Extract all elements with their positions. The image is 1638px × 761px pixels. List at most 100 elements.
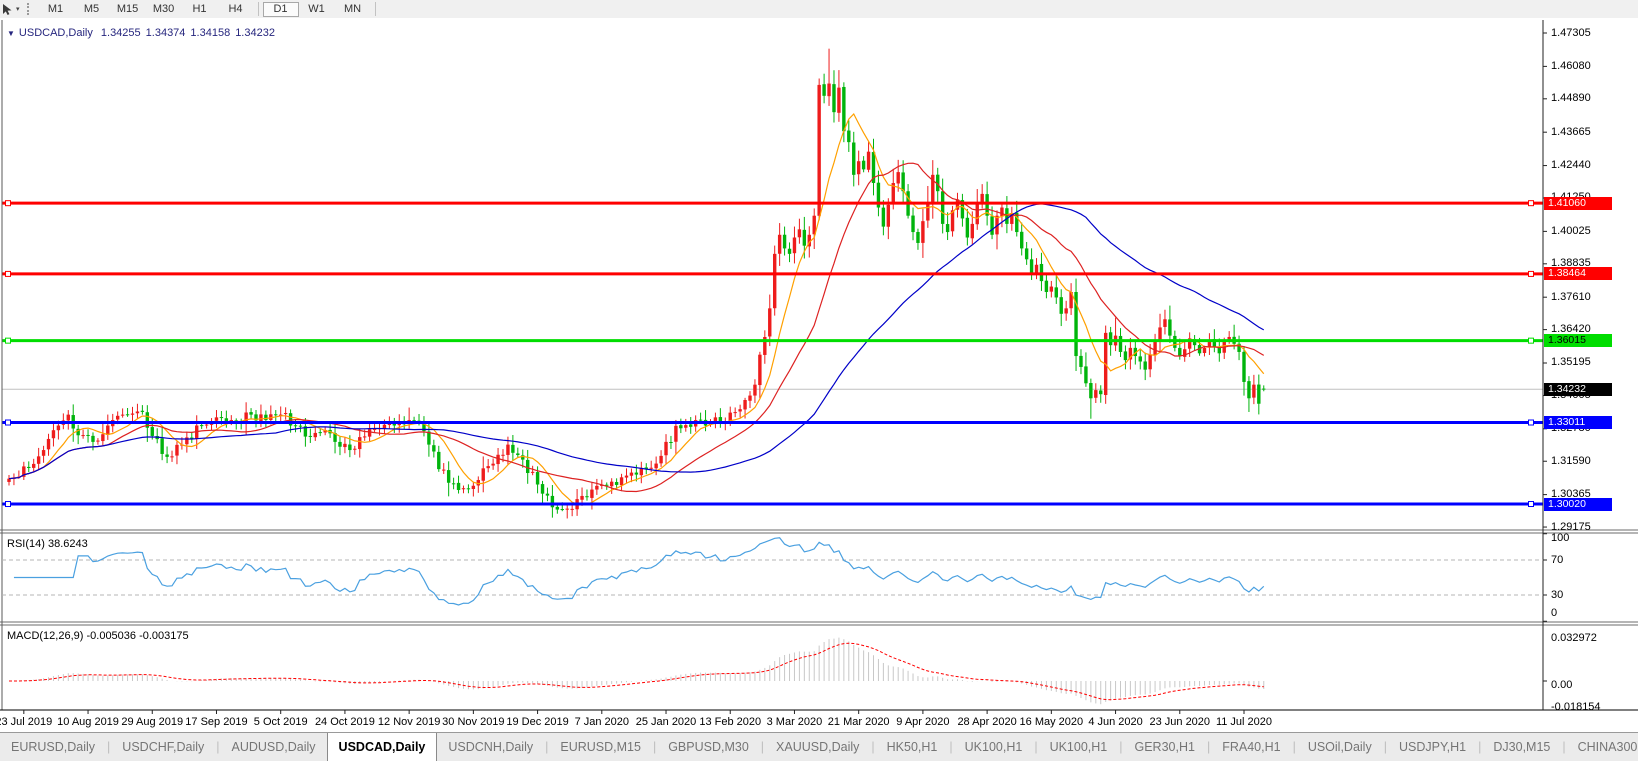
candle-body <box>353 448 357 450</box>
candle-body <box>451 483 456 485</box>
candle-body <box>125 414 130 416</box>
date-label: 5 Oct 2019 <box>253 716 308 728</box>
date-label: 24 Oct 2019 <box>314 716 375 728</box>
candle-body <box>980 193 984 202</box>
timeframe-button-m1[interactable]: M1 <box>38 2 74 17</box>
timeframe-button-mn[interactable]: MN <box>335 2 371 17</box>
timeframe-button-h1[interactable]: H1 <box>182 2 218 17</box>
symbol-tab-hk50-h1[interactable]: HK50,H1 <box>876 733 949 761</box>
toolbar-grip[interactable] <box>26 3 33 15</box>
candle-body <box>1020 231 1024 249</box>
candle-body <box>1064 308 1068 314</box>
symbol-tab-fra40-h1[interactable]: FRA40,H1 <box>1211 733 1291 761</box>
rsi-scale-label: 70 <box>1551 554 1564 566</box>
symbol-tab-xauusd-daily[interactable]: XAUUSD,Daily <box>765 733 870 761</box>
symbol-tab-eurusd-m15[interactable]: EURUSD,M15 <box>549 733 652 761</box>
candle-body <box>901 172 905 192</box>
hline-handle[interactable] <box>5 501 11 508</box>
candle-body <box>565 508 569 510</box>
symbol-tab-eurusd-daily[interactable]: EURUSD,Daily <box>0 733 106 761</box>
candle-body <box>1123 351 1128 361</box>
candle-body <box>1178 347 1182 357</box>
symbol-tab-audusd-daily[interactable]: AUDUSD,Daily <box>221 733 327 761</box>
candle-body <box>526 459 530 474</box>
candle-body <box>550 495 555 508</box>
date-label: 4 Jun 2020 <box>1088 716 1143 728</box>
candle-body <box>1029 259 1034 273</box>
symbol-tab-usdjpy-h1[interactable]: USDJPY,H1 <box>1388 733 1477 761</box>
symbol-tab-gbpusd-m30[interactable]: GBPUSD,M30 <box>657 733 760 761</box>
hline-handle[interactable] <box>5 419 11 426</box>
candle-body <box>36 456 41 464</box>
chart-title: ▼ USDCAD,Daily 1.34255 1.34374 1.34158 1.3423… <box>7 27 280 39</box>
date-label: 25 Jan 2020 <box>635 716 697 728</box>
candle-body <box>27 466 31 469</box>
hline-handle[interactable] <box>1528 200 1534 207</box>
collapse-icon[interactable]: ▼ <box>7 29 15 38</box>
candle-body <box>358 437 362 450</box>
pointer-tool-button[interactable]: ▾ <box>0 3 23 16</box>
candle-body <box>456 482 461 491</box>
rsi-scale-label: 0 <box>1551 607 1558 619</box>
candle-body <box>847 130 851 143</box>
chart-canvas[interactable] <box>0 18 1638 732</box>
hline-handle[interactable] <box>5 200 11 207</box>
timeframe-button-m15[interactable]: M15 <box>110 2 146 17</box>
candle-body <box>511 444 515 453</box>
candle-body <box>614 481 619 485</box>
macd-scale-label: 0.00 <box>1551 679 1573 691</box>
candle-body <box>886 204 891 227</box>
candle-body <box>130 413 135 415</box>
price-tick-label: 1.37610 <box>1551 290 1591 303</box>
candle-body <box>1163 319 1167 327</box>
timeframe-button-m30[interactable]: M30 <box>146 2 182 17</box>
candle-body <box>945 224 950 233</box>
hline-handle[interactable] <box>1528 419 1534 426</box>
symbol-tab-dj30-m15[interactable]: DJ30,M15 <box>1482 733 1561 761</box>
candle-body <box>940 191 945 224</box>
candle-body <box>965 217 970 238</box>
ohlc-close: 1.34232 <box>235 27 275 39</box>
candle-body <box>585 496 589 498</box>
symbol-tab-uk100-h1[interactable]: UK100,H1 <box>954 733 1034 761</box>
candle-body <box>264 414 268 421</box>
symbol-tab-china300-h4[interactable]: CHINA300,H4 <box>1567 733 1638 761</box>
symbol-tab-uk100-h1[interactable]: UK100,H1 <box>1039 733 1119 761</box>
candle-body <box>372 429 377 431</box>
candle-body <box>199 425 204 427</box>
candle-body <box>733 412 737 414</box>
symbol-tab-usdchf-daily[interactable]: USDCHF,Daily <box>111 733 215 761</box>
candle-body <box>674 425 678 442</box>
timeframe-button-w1[interactable]: W1 <box>299 2 335 17</box>
rsi-value: 38.6243 <box>47 538 88 550</box>
candle-body <box>293 425 298 427</box>
candle-body <box>175 444 179 456</box>
symbol-tab-usdcad-daily[interactable]: USDCAD,Daily <box>326 733 438 761</box>
candle-body <box>926 202 930 221</box>
candle-body <box>313 432 317 438</box>
pointer-tool-dropdown-icon[interactable]: ▾ <box>16 5 20 13</box>
candle-body <box>432 445 436 452</box>
symbol-tab-usoil-daily[interactable]: USOil,Daily <box>1297 733 1383 761</box>
date-label: 3 Mar 2020 <box>766 716 823 728</box>
timeframe-button-h4[interactable]: H4 <box>218 2 254 17</box>
price-tick-label: 1.35195 <box>1551 356 1591 369</box>
timeframe-button-m5[interactable]: M5 <box>74 2 110 17</box>
timeframe-button-d1[interactable]: D1 <box>262 1 299 17</box>
price-tick-label: 1.47305 <box>1551 26 1591 39</box>
symbol-tab-ger30-h1[interactable]: GER30,H1 <box>1124 733 1206 761</box>
date-label: 21 Mar 2020 <box>827 716 890 728</box>
symbol-tab-usdcnh-daily[interactable]: USDCNH,Daily <box>437 733 544 761</box>
candle-body <box>437 451 441 470</box>
hline-handle[interactable] <box>5 337 11 344</box>
hline-handle[interactable] <box>1528 337 1534 344</box>
candle-body <box>590 489 594 498</box>
candle-body <box>135 411 140 414</box>
date-label: 17 Sep 2019 <box>185 716 248 728</box>
candle-body <box>91 435 95 442</box>
hline-handle[interactable] <box>1528 270 1534 277</box>
hline-handle[interactable] <box>5 270 11 277</box>
candle-body <box>669 441 673 443</box>
candle-body <box>1084 366 1088 384</box>
hline-handle[interactable] <box>1528 501 1534 508</box>
